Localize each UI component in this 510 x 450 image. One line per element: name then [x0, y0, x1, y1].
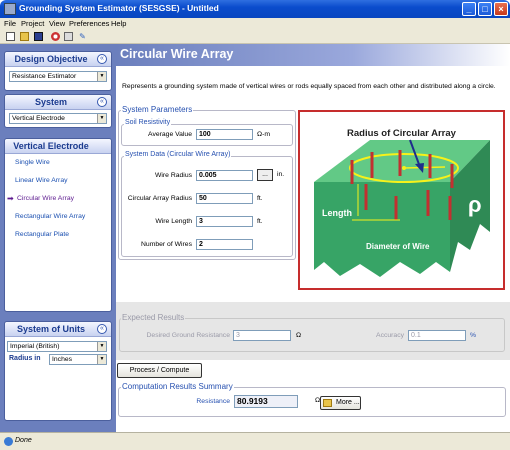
- wire-radius-label: Wire Radius: [154, 172, 192, 179]
- vertical-electrode-panel: Vertical Electrode Single Wire Linear Wi…: [4, 138, 112, 312]
- wire-radius-input[interactable]: 0.005: [196, 170, 253, 181]
- nav-single-wire[interactable]: Single Wire: [15, 159, 50, 166]
- close-button[interactable]: ×: [494, 2, 508, 16]
- radius-unit-select[interactable]: Inches ▼: [49, 354, 107, 365]
- soil-resistivity-title: Soil Resistivity: [124, 119, 172, 126]
- lifebuoy-icon[interactable]: [51, 32, 60, 41]
- rho-symbol: ρ: [468, 192, 482, 217]
- units-select[interactable]: Imperial (British) ▼: [7, 341, 107, 352]
- process-compute-button[interactable]: Process / Compute: [117, 363, 202, 378]
- maximize-button[interactable]: □: [478, 2, 492, 16]
- nav-linear-wire-array[interactable]: Linear Wire Array: [15, 177, 68, 184]
- arrow-right-icon: ➡: [7, 194, 14, 203]
- feet-unit: ft.: [257, 218, 263, 225]
- units-panel: System of Units « Imperial (British) ▼ Rad…: [4, 321, 112, 421]
- menu-bar: File Project View Preferences Help: [0, 18, 510, 30]
- menu-project[interactable]: Project: [21, 19, 44, 28]
- figure-length-label: Length: [322, 208, 352, 218]
- print-preview-icon[interactable]: [64, 32, 73, 41]
- number-of-wires-label: Number of Wires: [141, 241, 192, 248]
- desired-resistance-label: Desired Ground Resistance: [146, 332, 231, 339]
- vertical-electrode-title: Vertical Electrode: [13, 141, 89, 151]
- percent-unit: %: [470, 332, 477, 339]
- nav-rectangular-plate[interactable]: Rectangular Plate: [15, 231, 69, 238]
- folder-icon: [323, 399, 332, 407]
- system-parameters-title: System Parameters: [121, 105, 194, 114]
- save-icon[interactable]: [34, 32, 43, 41]
- circular-array-radius-label: Circular Array Radius: [127, 195, 192, 202]
- system-panel: System « Vertical Electrode ▼: [4, 94, 112, 128]
- number-of-wires-input[interactable]: 2: [196, 239, 253, 250]
- accuracy-input[interactable]: 0.1: [408, 330, 466, 341]
- collapse-icon[interactable]: «: [97, 97, 107, 107]
- menu-help[interactable]: Help: [111, 19, 126, 28]
- ohm-unit: Ω: [296, 332, 302, 339]
- figure-radius-label: Radius of Circular Array: [347, 128, 456, 139]
- menu-view[interactable]: View: [49, 19, 65, 28]
- collapse-icon[interactable]: «: [97, 324, 107, 334]
- circular-array-diagram: Radius of Circular Array Length Diameter…: [298, 110, 505, 290]
- wire-length-label: Wire Length: [155, 218, 192, 225]
- inch-unit: in.: [277, 171, 285, 178]
- system-select[interactable]: Vertical Electrode ▼: [9, 113, 107, 124]
- status-bar: Done: [0, 432, 510, 450]
- accuracy-label: Accuracy: [376, 332, 404, 339]
- system-data-title: System Data (Circular Wire Array): [124, 151, 232, 158]
- circular-array-radius-input[interactable]: 50: [196, 193, 253, 204]
- resistance-label: Resistance: [196, 398, 230, 405]
- design-objective-panel: Design Objective « Resistance Estimator ▼: [4, 51, 112, 91]
- results-summary-title: Computation Results Summary: [121, 382, 234, 391]
- resistance-output: 80.9193: [234, 395, 298, 408]
- units-title: System of Units: [16, 324, 85, 334]
- nav-circular-wire-array[interactable]: Circular Wire Array: [17, 195, 74, 202]
- chevron-down-icon: ▼: [97, 72, 106, 81]
- wand-icon[interactable]: ✎: [78, 32, 87, 41]
- radius-in-label: Radius in: [9, 355, 41, 362]
- toolbar: ✎: [0, 30, 510, 44]
- status-text: Done: [15, 437, 32, 444]
- feet-unit: ft.: [257, 195, 263, 202]
- design-objective-select[interactable]: Resistance Estimator ▼: [9, 71, 107, 82]
- chevron-down-icon: ▼: [97, 355, 106, 364]
- page-title: Circular Wire Array: [120, 47, 234, 61]
- chevron-down-icon: ▼: [97, 114, 106, 123]
- ohm-meter-unit: Ω-m: [257, 131, 271, 138]
- page-description: Represents a grounding system made of ve…: [122, 83, 496, 90]
- more-button[interactable]: More ...: [320, 396, 361, 410]
- open-folder-icon[interactable]: [20, 32, 29, 41]
- average-value-input[interactable]: 100: [196, 129, 253, 140]
- app-icon: [4, 3, 16, 15]
- chevron-down-icon: ▼: [97, 342, 106, 351]
- system-title: System: [34, 97, 68, 107]
- expected-results-title: Expected Results: [121, 313, 186, 322]
- average-value-label: Average Value: [148, 131, 192, 138]
- minimize-button[interactable]: _: [462, 2, 476, 16]
- wire-radius-browse-button[interactable]: ...: [257, 169, 273, 181]
- menu-preferences[interactable]: Preferences: [69, 19, 109, 28]
- info-icon: [4, 437, 13, 446]
- desired-resistance-input[interactable]: 3: [233, 330, 291, 341]
- sidebar: Design Objective « Resistance Estimator ▼ …: [0, 44, 116, 432]
- figure-diameter-label: Diameter of Wire: [366, 242, 430, 251]
- collapse-icon[interactable]: «: [97, 54, 107, 64]
- wire-length-input[interactable]: 3: [196, 216, 253, 227]
- new-icon[interactable]: [6, 32, 15, 41]
- menu-file[interactable]: File: [4, 19, 16, 28]
- nav-rectangular-wire-array[interactable]: Rectangular Wire Array: [15, 213, 85, 220]
- results-summary-group: [118, 387, 506, 417]
- design-objective-title: Design Objective: [14, 54, 88, 64]
- window-title: Grounding System Estimator (SESGSE) - Un…: [19, 3, 219, 13]
